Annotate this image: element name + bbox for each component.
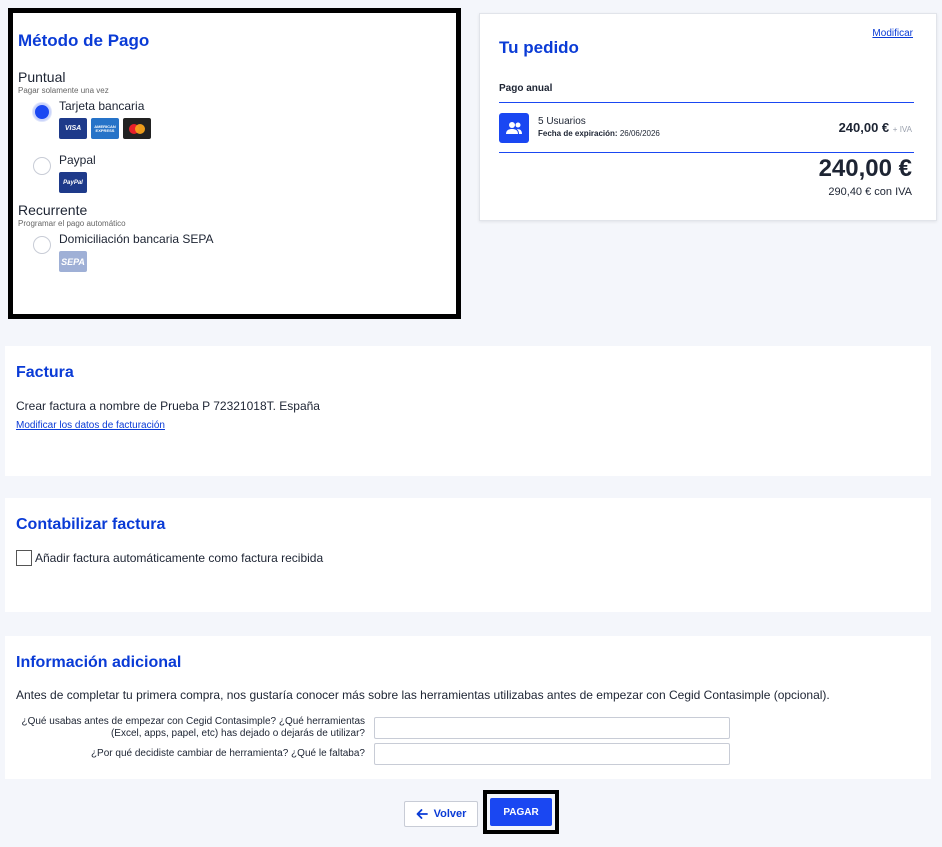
item-price-value: 240,00 € bbox=[838, 120, 890, 135]
payment-option-paypal[interactable]: Paypal PayPal bbox=[33, 149, 451, 203]
order-total: 240,00 € bbox=[818, 155, 912, 182]
additional-info-title: Información adicional bbox=[16, 654, 182, 671]
paypal-option-label: Paypal bbox=[59, 153, 96, 167]
amex-logo-icon: AMERICAN EXPRESS bbox=[91, 118, 119, 139]
payment-option-sepa[interactable]: Domiciliación bancaria SEPA SEPA bbox=[33, 228, 451, 282]
puntual-group-title: Puntual bbox=[18, 69, 66, 85]
arrow-left-icon bbox=[416, 809, 428, 819]
invoice-recipient-text: Crear factura a nombre de Prueba P 72321… bbox=[16, 399, 320, 413]
sepa-option-label: Domiciliación bancaria SEPA bbox=[59, 232, 214, 246]
item-tax-note: + IVA bbox=[892, 125, 912, 134]
sepa-radio[interactable] bbox=[33, 236, 51, 254]
invoice-section: Factura Crear factura a nombre de Prueba… bbox=[5, 346, 931, 476]
billing-period: Pago anual bbox=[499, 83, 553, 94]
modify-order-link[interactable]: Modificar bbox=[872, 28, 913, 39]
invoice-title: Factura bbox=[16, 364, 74, 381]
order-summary-card: Tu pedido Modificar Pago anual 5 Usuario… bbox=[479, 13, 937, 221]
order-item-name: 5 Usuarios bbox=[538, 116, 586, 127]
order-expiry: Fecha de expiración: 26/06/2026 bbox=[538, 129, 660, 138]
additional-info-section: Información adicional Antes de completar… bbox=[5, 636, 931, 779]
auto-invoice-label[interactable]: Añadir factura automáticamente como fact… bbox=[35, 551, 323, 565]
paypal-radio[interactable] bbox=[33, 157, 51, 175]
divider bbox=[499, 102, 914, 103]
recurrente-group-title: Recurrente bbox=[18, 202, 88, 218]
back-button[interactable]: Volver bbox=[404, 801, 478, 827]
change-reason-input[interactable] bbox=[374, 743, 730, 765]
mastercard-logo-icon bbox=[123, 118, 151, 139]
users-icon bbox=[499, 113, 529, 143]
auto-invoice-checkbox[interactable] bbox=[16, 550, 32, 566]
additional-info-intro: Antes de completar tu primera compra, no… bbox=[16, 688, 830, 702]
paypal-logo-icon: PayPal bbox=[59, 172, 87, 193]
accounting-section: Contabilizar factura Añadir factura auto… bbox=[5, 498, 931, 612]
payment-method-title: Método de Pago bbox=[18, 31, 150, 50]
card-option-label: Tarjeta bancaria bbox=[59, 99, 145, 113]
visa-logo-icon: VISA bbox=[59, 118, 87, 139]
change-reason-question: ¿Por qué decidiste cambiar de herramient… bbox=[90, 748, 365, 759]
payment-method-card: Método de Pago Puntual Pagar solamente u… bbox=[8, 8, 461, 319]
puntual-group-subtitle: Pagar solamente una vez bbox=[18, 86, 109, 95]
divider bbox=[499, 152, 914, 153]
modify-billing-link[interactable]: Modificar los datos de facturación bbox=[16, 420, 165, 431]
pay-button[interactable]: PAGAR bbox=[490, 798, 552, 826]
sepa-logo-icon: SEPA bbox=[59, 251, 87, 272]
order-item-price: 240,00 € + IVA bbox=[839, 120, 912, 135]
order-total-with-tax: 290,40 € con IVA bbox=[828, 186, 912, 198]
accounting-title: Contabilizar factura bbox=[16, 516, 166, 533]
pay-button-frame: PAGAR bbox=[483, 790, 559, 834]
previous-tools-input[interactable] bbox=[374, 717, 730, 739]
back-button-label: Volver bbox=[433, 808, 467, 820]
card-radio[interactable] bbox=[33, 103, 51, 121]
payment-option-card[interactable]: Tarjeta bancaria VISA AMERICAN EXPRESS bbox=[33, 95, 451, 149]
order-title: Tu pedido bbox=[499, 38, 579, 57]
recurrente-group-subtitle: Programar el pago automático bbox=[18, 219, 126, 228]
previous-tools-question: ¿Qué usabas antes de empezar con Cegid C… bbox=[21, 716, 365, 739]
